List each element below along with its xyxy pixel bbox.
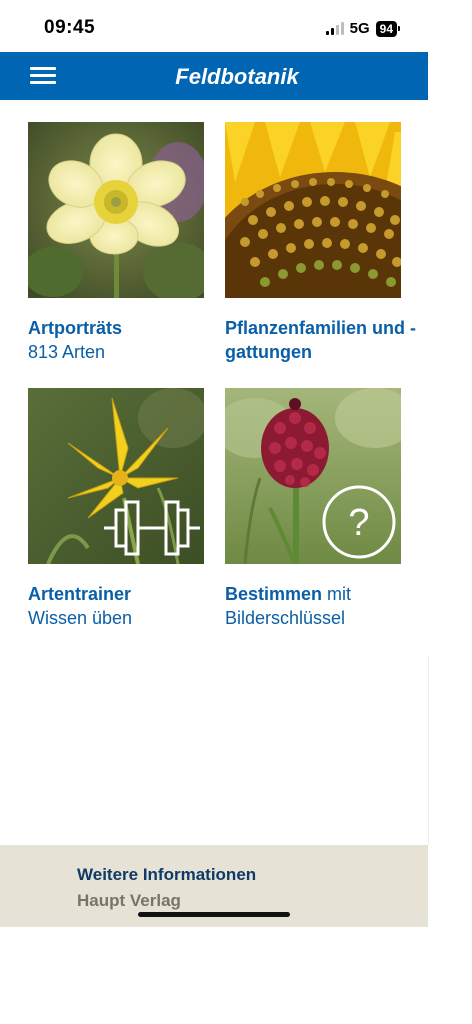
home-indicator — [138, 912, 290, 917]
app-title: Feldbotanik — [175, 64, 299, 89]
dumbbell-icon — [104, 500, 200, 556]
tile-subtitle-inline: mit — [327, 584, 352, 604]
tile-bestimmen-text: Bestimmen mit Bilderschlüssel — [225, 582, 425, 630]
tile-artentrainer-text: Artentrainer Wissen üben — [28, 582, 208, 630]
tile-subtitle: Bilderschlüssel — [225, 608, 346, 628]
signal-icon — [325, 22, 344, 35]
empty-content-area — [0, 655, 429, 845]
tile-pflanzenfamilien-text: Pflanzenfamilien und -gattungen — [225, 316, 425, 364]
status-indicators: 5G 94 — [325, 20, 400, 37]
sunflower-image — [225, 122, 401, 298]
tile-subtitle: 813 Arten — [28, 342, 106, 362]
tile-artportraets-text: Artporträts 813 Arten — [28, 316, 208, 364]
question-circle-icon[interactable]: ? — [319, 482, 399, 562]
tile-subtitle: Wissen üben — [28, 608, 133, 628]
svg-text:?: ? — [348, 502, 369, 544]
network-type: 5G — [349, 20, 370, 37]
tile-title: Artentrainer — [28, 584, 132, 604]
orchid-image: ? — [225, 388, 401, 564]
status-time: 09:45 — [44, 17, 96, 38]
battery-icon: 94 — [375, 20, 400, 37]
tile-title: Bestimmen — [225, 584, 323, 604]
tile-title: Pflanzenfamilien und -gattungen — [225, 318, 417, 362]
publisher-link[interactable]: Haupt Verlag — [77, 891, 181, 911]
tulip-image — [28, 388, 204, 564]
battery-level: 94 — [375, 20, 397, 37]
more-info-link[interactable]: Weitere Informationen — [77, 865, 256, 885]
status-bar: 09:45 5G 94 — [0, 0, 472, 52]
app-header: Feldbotanik — [0, 52, 428, 100]
tile-title: Artporträts — [28, 318, 123, 338]
anemone-flower-image — [28, 122, 204, 298]
